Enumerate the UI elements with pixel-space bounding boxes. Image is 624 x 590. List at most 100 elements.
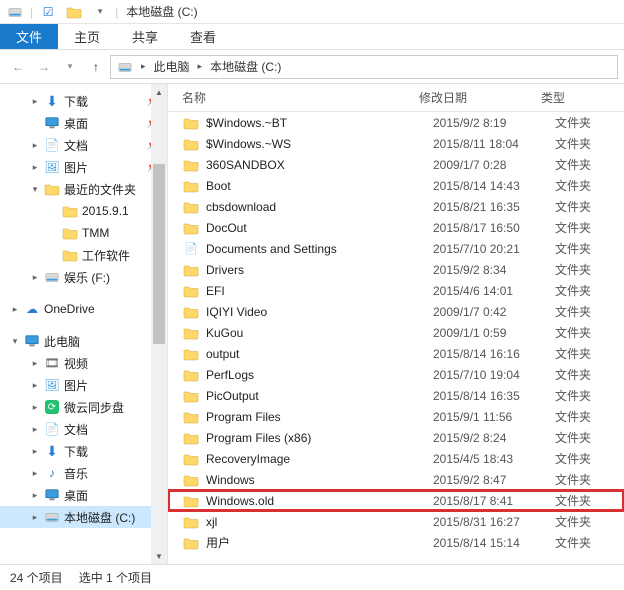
file-row[interactable]: Boot2015/8/14 14:43文件夹 <box>168 175 624 196</box>
expander-icon[interactable]: ▸ <box>30 162 40 173</box>
tree-item-desktop2[interactable]: ▸桌面 <box>0 484 167 506</box>
titlebar: | ☑ ▾ | 本地磁盘 (C:) <box>0 0 624 24</box>
expander-icon[interactable]: ▸ <box>30 446 40 457</box>
folder-icon <box>62 203 78 219</box>
back-button[interactable]: ← <box>6 55 30 79</box>
expander-icon[interactable]: ▸ <box>30 402 40 413</box>
file-row[interactable]: RecoveryImage2015/4/5 18:43文件夹 <box>168 448 624 469</box>
tab-home[interactable]: 主页 <box>58 24 116 49</box>
tree-item-onedrive[interactable]: ▸☁OneDrive <box>0 298 167 320</box>
expander-icon[interactable]: ▾ <box>30 184 40 195</box>
file-row[interactable]: 360SANDBOX2009/1/7 0:28文件夹 <box>168 154 624 175</box>
file-row[interactable]: IQIYI Video2009/1/7 0:42文件夹 <box>168 301 624 322</box>
breadcrumb-drive[interactable]: 本地磁盘 (C:) <box>208 58 283 75</box>
tree-item-downloads2[interactable]: ▸⬇下载 <box>0 440 167 462</box>
scroll-up-icon[interactable]: ▲ <box>151 84 167 100</box>
file-date: 2015/8/17 16:50 <box>433 221 555 235</box>
tree-item-ent[interactable]: ▸娱乐 (F:) <box>0 266 167 288</box>
expander-icon[interactable]: ▸ <box>30 96 40 107</box>
breadcrumb-pc[interactable]: 此电脑 <box>152 58 192 75</box>
expander-icon[interactable]: ▸ <box>30 380 40 391</box>
file-type: 文件夹 <box>555 303 591 320</box>
qat-checkbox[interactable]: ☑ <box>37 2 59 22</box>
scroll-down-icon[interactable]: ▼ <box>151 548 167 564</box>
file-name: $Windows.~WS <box>206 137 433 151</box>
address-bar[interactable]: ▸ 此电脑 ▸ 本地磁盘 (C:) <box>110 55 618 79</box>
file-row[interactable]: 📄Documents and Settings2015/7/10 20:21文件… <box>168 238 624 259</box>
tree-item-music[interactable]: ▸♪音乐 <box>0 462 167 484</box>
expander-icon[interactable]: ▸ <box>30 512 40 523</box>
expander-icon[interactable]: ▸ <box>10 304 20 315</box>
file-row[interactable]: Windows.old2015/8/17 8:41文件夹 <box>168 490 624 511</box>
tree-item-recent[interactable]: ▾ 最近的文件夹 <box>0 178 167 200</box>
breadcrumb-root-icon[interactable] <box>115 60 135 74</box>
tree-label: 最近的文件夹 <box>64 181 136 198</box>
breadcrumb-arrow[interactable]: ▸ <box>139 61 148 72</box>
tree-item-tmm[interactable]: TMM <box>0 222 167 244</box>
file-row[interactable]: $Windows.~BT2015/9/2 8:19文件夹 <box>168 112 624 133</box>
file-row[interactable]: xjl2015/8/31 16:27文件夹 <box>168 511 624 532</box>
file-type: 文件夹 <box>555 261 591 278</box>
file-row[interactable]: PicOutput2015/8/14 16:35文件夹 <box>168 385 624 406</box>
file-row[interactable]: Program Files (x86)2015/9/2 8:24文件夹 <box>168 427 624 448</box>
file-row[interactable]: cbsdownload2015/8/21 16:35文件夹 <box>168 196 624 217</box>
file-row[interactable]: DocOut2015/8/17 16:50文件夹 <box>168 217 624 238</box>
file-type: 文件夹 <box>555 429 591 446</box>
expander-icon[interactable]: ▸ <box>30 140 40 151</box>
desktop-icon <box>44 115 60 131</box>
folder-icon <box>183 200 199 214</box>
content-pane: 名称 修改日期 类型 $Windows.~BT2015/9/2 8:19文件夹$… <box>168 84 624 564</box>
expander-icon[interactable]: ▸ <box>30 272 40 283</box>
file-type: 文件夹 <box>555 240 591 257</box>
column-name[interactable]: 名称 <box>168 89 419 106</box>
file-row[interactable]: Windows2015/9/2 8:47文件夹 <box>168 469 624 490</box>
expander-icon[interactable]: ▸ <box>30 358 40 369</box>
tab-view[interactable]: 查看 <box>174 24 232 49</box>
file-name: cbsdownload <box>206 200 433 214</box>
file-row[interactable]: 用户2015/8/14 15:14文件夹 <box>168 532 624 553</box>
file-row[interactable]: $Windows.~WS2015/8/11 18:04文件夹 <box>168 133 624 154</box>
disk-icon <box>44 269 60 285</box>
tree-item-pictures2[interactable]: ▸🖼图片 <box>0 374 167 396</box>
expander-icon[interactable]: ▸ <box>30 424 40 435</box>
column-type[interactable]: 类型 <box>541 89 624 106</box>
tree-item-cdrive[interactable]: ▸本地磁盘 (C:) <box>0 506 167 528</box>
file-name: EFI <box>206 284 433 298</box>
tab-file[interactable]: 文件 <box>0 24 58 49</box>
file-row[interactable]: output2015/8/14 16:16文件夹 <box>168 343 624 364</box>
tree-item-desktop[interactable]: 桌面📌 <box>0 112 167 134</box>
breadcrumb-arrow[interactable]: ▸ <box>196 61 205 72</box>
tree-item-pictures[interactable]: ▸🖼图片📌 <box>0 156 167 178</box>
scroll-thumb[interactable] <box>153 164 165 344</box>
file-row[interactable]: Program Files2015/9/1 11:56文件夹 <box>168 406 624 427</box>
file-row[interactable]: Drivers2015/9/2 8:34文件夹 <box>168 259 624 280</box>
expander-icon[interactable]: ▸ <box>30 468 40 479</box>
tree-item-weiyun[interactable]: ▸⟳微云同步盘 <box>0 396 167 418</box>
tree-item-worksw[interactable]: 工作软件 <box>0 244 167 266</box>
folder-icon <box>183 179 199 193</box>
qat-dropdown[interactable]: ▾ <box>89 2 111 22</box>
file-row[interactable]: PerfLogs2015/7/10 19:04文件夹 <box>168 364 624 385</box>
file-row[interactable]: KuGou2009/1/1 0:59文件夹 <box>168 322 624 343</box>
tree-item-thispc[interactable]: ▾此电脑 <box>0 330 167 352</box>
tab-share[interactable]: 共享 <box>116 24 174 49</box>
tree-item-documents[interactable]: ▸📄文档📌 <box>0 134 167 156</box>
column-date[interactable]: 修改日期 <box>419 89 541 106</box>
column-headers: 名称 修改日期 类型 <box>168 84 624 112</box>
tree-label: 视频 <box>64 355 88 372</box>
file-name: RecoveryImage <box>206 452 433 466</box>
tree-item-videos[interactable]: ▸🎞视频 <box>0 352 167 374</box>
music-icon: ♪ <box>44 465 60 481</box>
file-row[interactable]: EFI2015/4/6 14:01文件夹 <box>168 280 624 301</box>
recent-dropdown[interactable]: ▾ <box>58 55 82 79</box>
expander-icon[interactable]: ▸ <box>30 490 40 501</box>
status-selected: 选中 1 个项目 <box>79 569 152 586</box>
tree-item-documents2[interactable]: ▸📄文档 <box>0 418 167 440</box>
sidebar-scrollbar[interactable]: ▲ ▼ <box>151 84 167 564</box>
up-button[interactable]: ↑ <box>84 55 108 79</box>
window-title: 本地磁盘 (C:) <box>126 3 197 20</box>
tree-item-downloads[interactable]: ▸⬇下载📌 <box>0 90 167 112</box>
expander-icon[interactable]: ▾ <box>10 336 20 347</box>
tree-label: 文档 <box>64 137 88 154</box>
tree-item-item_2015[interactable]: 2015.9.1 <box>0 200 167 222</box>
